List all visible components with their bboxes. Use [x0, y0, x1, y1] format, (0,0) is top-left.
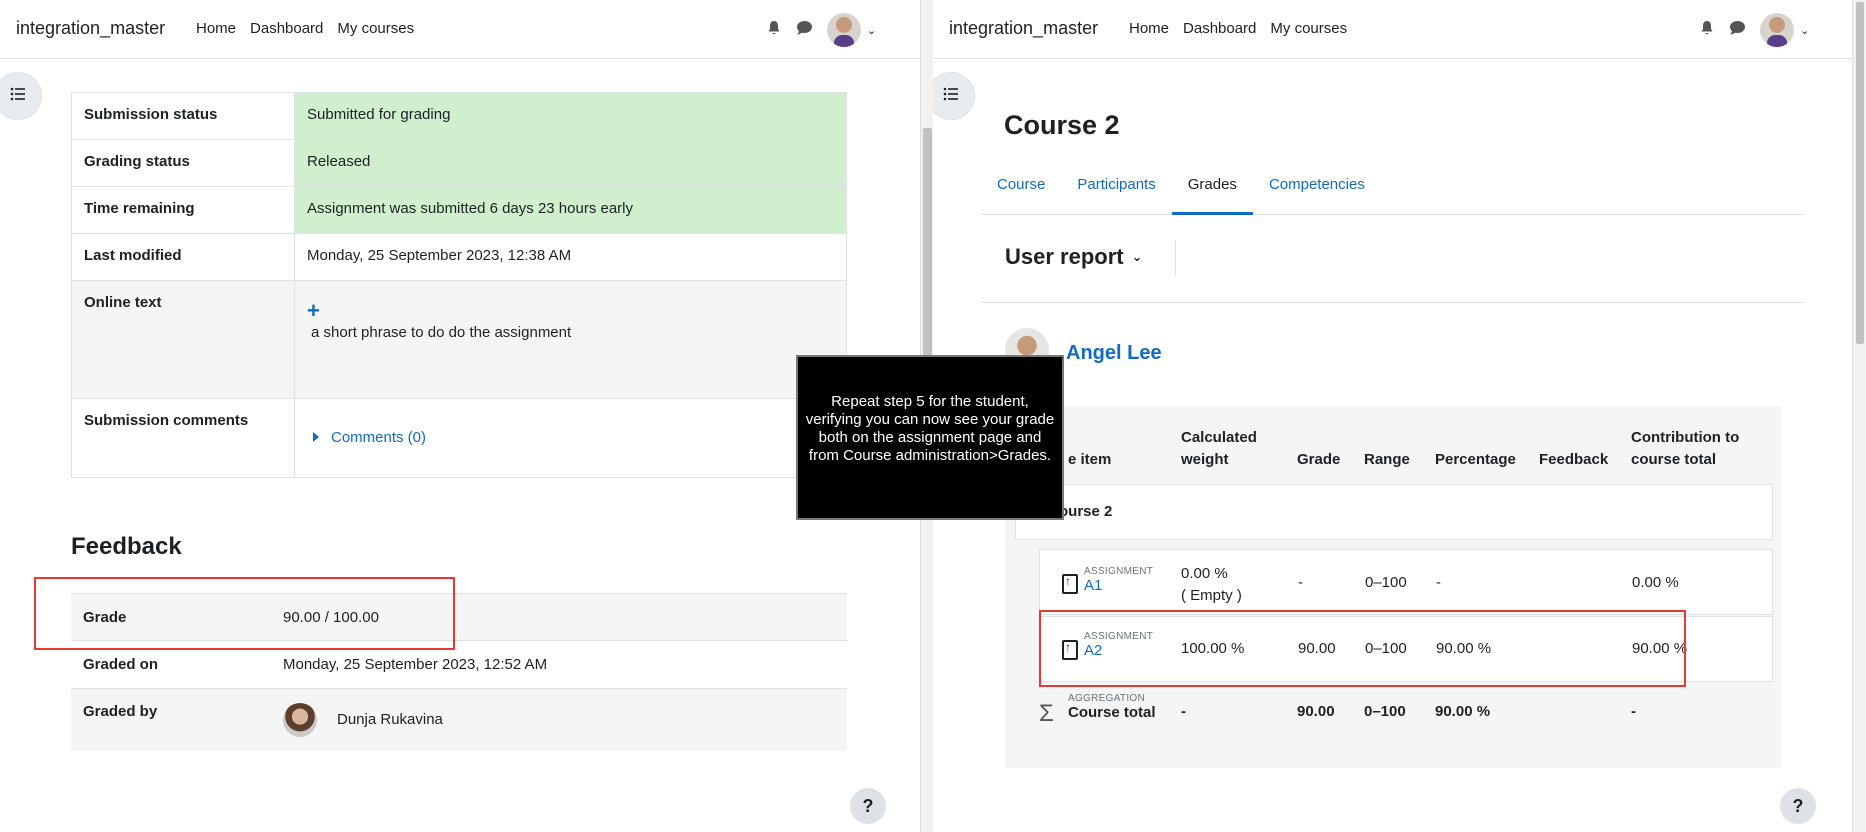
percentage-value: -: [1436, 574, 1441, 591]
weight-note: ( Empty ): [1181, 587, 1242, 604]
nav-home[interactable]: Home: [1129, 20, 1169, 37]
tab-competencies[interactable]: Competencies: [1253, 170, 1381, 215]
highlight-box: [34, 577, 455, 650]
col-header-contribution-line1: Contribution to: [1631, 429, 1740, 446]
graded-by-value[interactable]: Dunja Rukavina: [337, 711, 443, 728]
tab-grades[interactable]: Grades: [1171, 170, 1253, 215]
nav-my-courses[interactable]: My courses: [337, 20, 414, 37]
user-name-link[interactable]: Angel Lee: [1066, 342, 1162, 365]
contribution-value: 0.00 %: [1632, 574, 1679, 591]
nav-dashboard[interactable]: Dashboard: [1183, 20, 1256, 37]
chat-icon[interactable]: [1729, 20, 1746, 40]
col-header-contribution: Contribution to course total: [1631, 427, 1739, 471]
top-navbar: integration_master Home Dashboard My cou…: [0, 0, 920, 59]
grade-value: -: [1298, 574, 1303, 591]
list-icon: [10, 87, 26, 105]
comments-link[interactable]: Comments (0): [331, 429, 426, 446]
page-scrollbar[interactable]: [1852, 0, 1866, 832]
graded-by-label: Graded by: [71, 688, 271, 751]
caret-right-icon: [313, 432, 319, 442]
avatar: [1760, 13, 1794, 47]
col-header-weight-line2: weight: [1181, 451, 1229, 468]
nav-dashboard[interactable]: Dashboard: [250, 20, 323, 37]
col-header-range: Range: [1364, 451, 1410, 468]
total-grade: 90.00: [1297, 703, 1335, 720]
col-header-item: e item: [1068, 451, 1112, 468]
row-label: Last modified: [71, 233, 295, 281]
assignment-icon: [1062, 574, 1078, 594]
total-weight: -: [1181, 703, 1186, 720]
tab-participants[interactable]: Participants: [1061, 170, 1171, 215]
col-header-grade: Grade: [1297, 451, 1341, 468]
course-tabs: Course Participants Grades Competencies: [981, 170, 1805, 215]
col-header-feedback: Feedback: [1539, 451, 1609, 468]
list-icon: [943, 87, 959, 105]
weight-value: 0.00 %: [1181, 565, 1228, 582]
row-label: Online text: [71, 280, 295, 399]
submission-status-value: Submitted for grading: [294, 92, 847, 140]
page-title: Course 2: [1004, 110, 1120, 140]
bell-icon[interactable]: [1699, 20, 1715, 40]
top-navbar: integration_master Home Dashboard My cou…: [933, 0, 1866, 59]
total-contribution: -: [1631, 703, 1636, 720]
col-header-contribution-line2: course total: [1631, 451, 1717, 468]
chat-icon[interactable]: [796, 20, 813, 40]
report-selector[interactable]: User report ⌄: [1005, 244, 1143, 270]
bell-icon[interactable]: [766, 20, 782, 40]
time-remaining-value: Assignment was submitted 6 days 23 hours…: [294, 186, 847, 234]
help-button[interactable]: ?: [1780, 788, 1816, 824]
help-button[interactable]: ?: [850, 788, 886, 824]
avatar: [827, 13, 861, 47]
table-row: ASSIGNMENT A1 0.00 % ( Empty ) - 0–100 -…: [1039, 549, 1773, 615]
range-value: 0–100: [1365, 574, 1407, 591]
row-label: Time remaining: [71, 186, 295, 234]
site-name[interactable]: integration_master: [949, 18, 1098, 39]
sigma-icon: Σ: [1039, 700, 1054, 727]
highlight-box: [1039, 610, 1686, 687]
item-type: AGGREGATION: [1068, 693, 1146, 704]
course-index-toggle[interactable]: [933, 72, 975, 120]
feedback-heading: Feedback: [71, 533, 182, 560]
grading-status-value: Released: [294, 139, 847, 187]
nav-my-courses[interactable]: My courses: [1270, 20, 1347, 37]
item-type: ASSIGNMENT: [1084, 566, 1154, 577]
row-label: Grading status: [71, 139, 295, 187]
avatar: [283, 703, 317, 737]
left-pane: integration_master Home Dashboard My cou…: [0, 0, 920, 832]
online-text-value: a short phrase to do do the assignment: [311, 324, 572, 341]
instruction-tooltip: Repeat step 5 for the student, verifying…: [796, 355, 1064, 520]
total-range: 0–100: [1364, 703, 1406, 720]
col-header-weight-line1: Calculated: [1181, 429, 1257, 446]
category-row: ourse 2: [1015, 484, 1773, 540]
chevron-down-icon: ⌄: [867, 24, 877, 37]
report-selector-label: User report: [1005, 244, 1124, 269]
divider: [1175, 240, 1176, 276]
row-label: Submission status: [71, 92, 295, 140]
nav-home[interactable]: Home: [196, 20, 236, 37]
course-index-toggle[interactable]: [0, 72, 42, 120]
last-modified-value: Monday, 25 September 2023, 12:38 AM: [294, 233, 847, 281]
expand-plus-icon[interactable]: +: [307, 298, 834, 324]
chevron-down-icon: ⌄: [1131, 249, 1143, 264]
scrollbar-thumb[interactable]: [923, 128, 932, 373]
total-percentage: 90.00 %: [1435, 703, 1491, 720]
tab-course[interactable]: Course: [981, 170, 1061, 215]
right-pane: integration_master Home Dashboard My cou…: [933, 0, 1866, 832]
user-menu[interactable]: ⌄: [1760, 13, 1809, 47]
site-name[interactable]: integration_master: [16, 18, 165, 39]
submission-status-table: Submission status Submitted for grading …: [71, 92, 847, 478]
col-header-percentage: Percentage: [1435, 451, 1516, 468]
col-header-weight: Calculated weight: [1181, 427, 1257, 471]
item-link-a1[interactable]: A1: [1084, 577, 1153, 594]
chevron-down-icon: ⌄: [1800, 24, 1810, 37]
divider: [981, 302, 1805, 303]
row-label: Submission comments: [71, 398, 295, 478]
user-menu[interactable]: ⌄: [827, 13, 876, 47]
category-name: ourse 2: [1059, 503, 1113, 520]
scrollbar-thumb[interactable]: [1856, 2, 1864, 344]
course-total-label: Course total: [1068, 704, 1156, 721]
